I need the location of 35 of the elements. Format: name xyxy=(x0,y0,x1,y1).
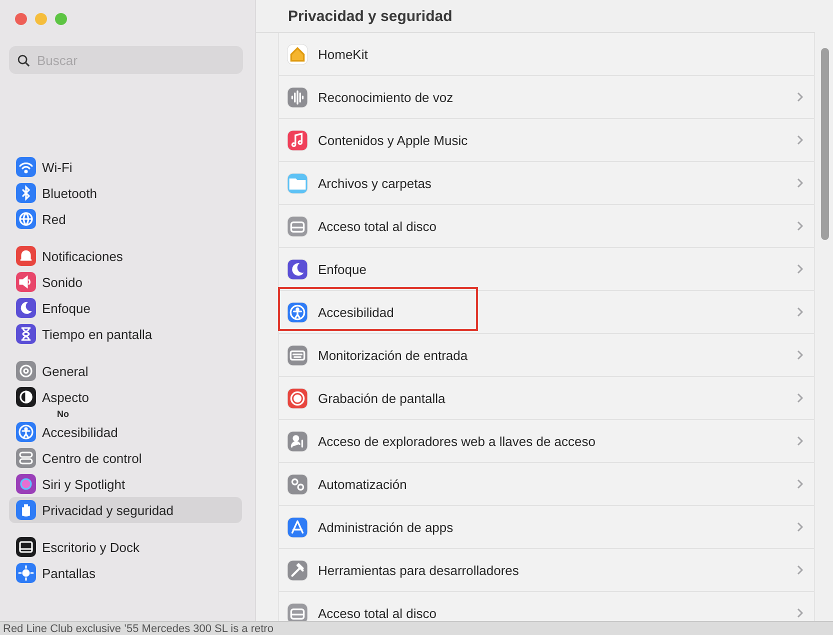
settings-row[interactable]: Enfoque xyxy=(279,248,814,291)
settings-row[interactable]: Herramientas para desarrolladores xyxy=(279,549,814,592)
sidebar-item[interactable]: Privacidad y seguridad xyxy=(9,497,242,523)
settings-row[interactable]: Reconocimiento de voz xyxy=(279,76,814,119)
sidebar-item[interactable]: Aspecto xyxy=(9,384,242,410)
minimize-button[interactable] xyxy=(35,13,47,25)
sidebar-item[interactable]: Accesibilidad xyxy=(9,419,242,445)
close-button[interactable] xyxy=(15,13,27,25)
settings-row[interactable]: Administración de apps xyxy=(279,506,814,549)
sidebar-item[interactable]: Pantallas xyxy=(9,560,242,586)
tooltip-label: No xyxy=(57,410,69,419)
sidebar-item[interactable]: Centro de control xyxy=(9,445,242,471)
sidebar-item[interactable]: Escritorio y Dock xyxy=(9,534,242,560)
settings-row[interactable]: Accesibilidad xyxy=(279,291,814,334)
sidebar-item[interactable]: Notificaciones xyxy=(9,243,242,269)
scroll-thumb[interactable] xyxy=(821,48,829,240)
sidebar-item[interactable]: Red xyxy=(9,206,242,232)
sidebar-item[interactable]: Siri y Spotlight xyxy=(9,471,242,497)
settings-row[interactable]: Monitorización de entrada xyxy=(279,334,814,377)
settings-row[interactable]: HomeKit xyxy=(279,33,814,76)
settings-row[interactable]: Archivos y carpetas xyxy=(279,162,814,205)
settings-row[interactable]: Acceso total al disco xyxy=(279,205,814,248)
sidebar-item[interactable]: Wi-Fi xyxy=(9,154,242,180)
sidebar-item[interactable]: Tiempo en pantalla xyxy=(9,321,242,347)
settings-row[interactable]: Contenidos y Apple Music xyxy=(279,119,814,162)
sidebar-item[interactable]: Sonido xyxy=(9,269,242,295)
settings-row[interactable]: Grabación de pantalla xyxy=(279,377,814,420)
sidebar-item[interactable]: General xyxy=(9,358,242,384)
page-title: Privacidad y seguridad xyxy=(288,8,452,24)
zoom-button[interactable] xyxy=(55,13,67,25)
ticker-text: Red Line Club exclusive ’55 Mercedes 300 SL is a retro xyxy=(3,622,274,634)
sidebar-item[interactable]: Enfoque xyxy=(9,295,242,321)
settings-row[interactable]: Acceso de exploradores web a llaves de acceso xyxy=(279,420,814,463)
sidebar-item[interactable]: Bluetooth xyxy=(9,180,242,206)
settings-row[interactable]: Automatización xyxy=(279,463,814,506)
